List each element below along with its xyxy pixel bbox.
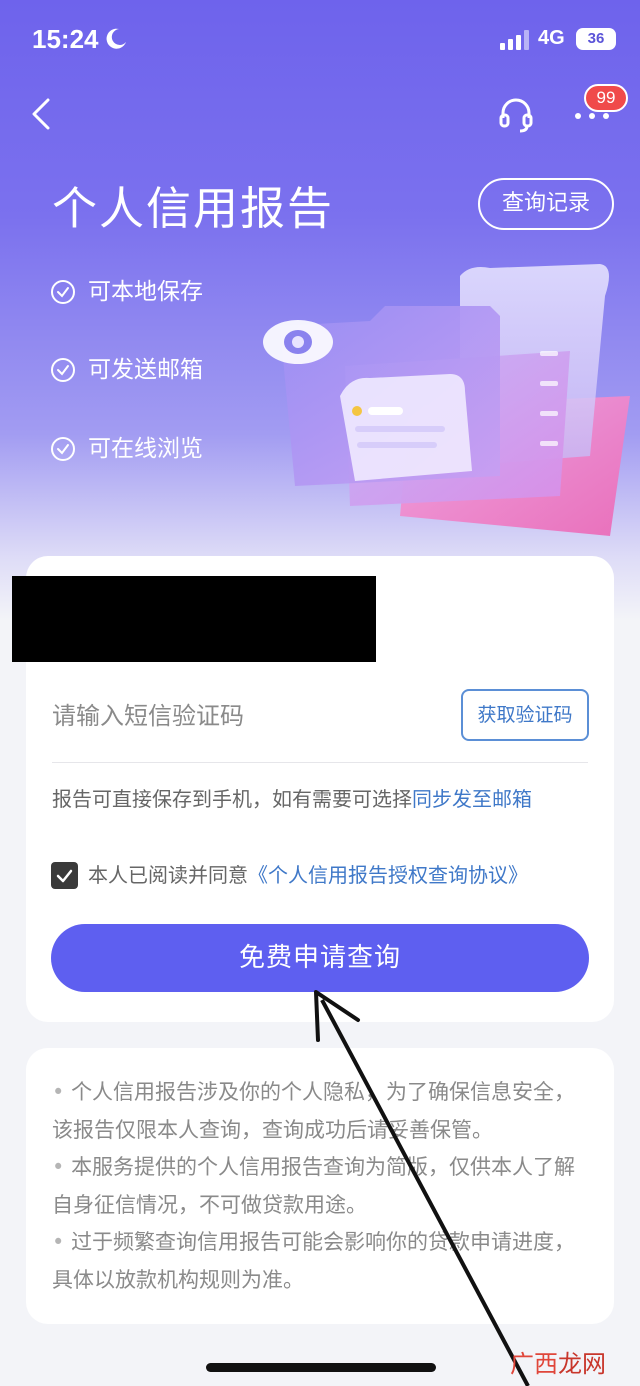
watermark: 广西龙网 [510,1344,606,1379]
save-note-text: 报告可直接保存到手机，如有需要可选择 [52,787,412,811]
agreement-checkbox[interactable] [51,862,78,889]
signal-icon [500,30,529,50]
back-icon[interactable] [24,94,60,134]
agreement-prefix: 本人已阅读并同意 [88,863,248,887]
moon-icon [106,28,126,49]
page-title: 个人信用报告 [52,182,335,235]
check-circle-icon [51,280,75,304]
report-illustration [263,264,630,536]
check-circle-icon [51,437,75,461]
status-bar: 15:24 4G 36 [0,0,640,80]
sms-code-input[interactable] [52,690,442,742]
tip-item: • 过于频繁查询信用报告可能会影响你的贷款申请进度，具体以放款机构规则为准。 [52,1230,576,1292]
tip-text: 本服务提供的个人信用报告查询为简版，仅供本人了解自身征信情况，不可做贷款用途。 [52,1155,576,1217]
tip-item: • 本服务提供的个人信用报告查询为简版，仅供本人了解自身征信情况，不可做贷款用途… [52,1155,576,1217]
tips-list: • 个人信用报告涉及你的个人隐私，为了确保信息安全，该报告仅限本人查询，查询成功… [52,1074,592,1299]
tip-item: • 个人信用报告涉及你的个人隐私，为了确保信息安全，该报告仅限本人查询，查询成功… [52,1080,576,1142]
free-query-button[interactable]: 免费申请查询 [51,924,589,992]
notification-badge: 99 [584,84,628,112]
agreement-link[interactable]: 《个人信用报告授权查询协议》 [248,863,528,887]
watermark-part2: 龙网 [558,1350,606,1378]
home-indicator [206,1363,436,1372]
agreement-text: 本人已阅读并同意《个人信用报告授权查询协议》 [88,861,528,889]
network-type: 4G [538,27,565,49]
feature-label: 可本地保存 [88,279,203,305]
status-time: 15:24 [32,24,99,54]
feature-label: 可发送邮箱 [88,357,203,383]
query-history-button[interactable]: 查询记录 [478,178,614,230]
check-circle-icon [51,358,75,382]
watermark-part1: 广西 [510,1350,558,1378]
email-sync-link[interactable]: 同步发至邮箱 [412,787,532,811]
battery-indicator: 36 [576,28,616,50]
divider [52,762,588,763]
tip-text: 过于频繁查询信用报告可能会影响你的贷款申请进度，具体以放款机构规则为准。 [52,1230,576,1292]
get-code-button[interactable]: 获取验证码 [461,689,589,741]
feature-label: 可在线浏览 [88,436,203,462]
tip-text: 个人信用报告涉及你的个人隐私，为了确保信息安全，该报告仅限本人查询，查询成功后请… [52,1080,576,1142]
redacted-block [12,576,376,662]
save-note: 报告可直接保存到手机，如有需要可选择同步发至邮箱 [52,784,592,815]
headset-icon[interactable] [496,94,536,134]
